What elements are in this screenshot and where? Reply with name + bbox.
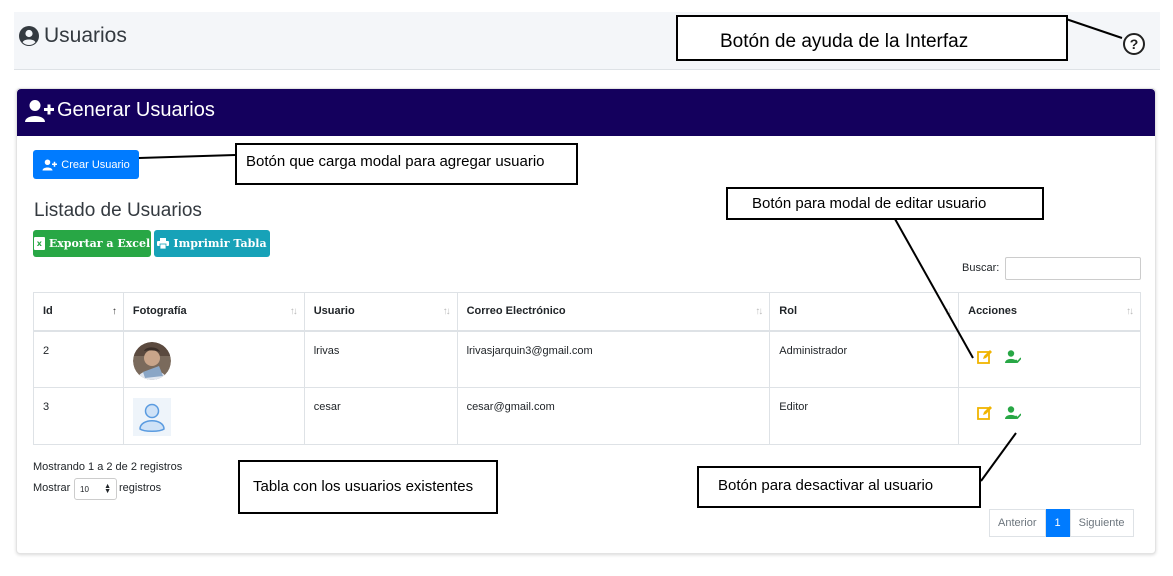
user-photo-avatar (132, 341, 171, 380)
printer-icon (157, 238, 170, 249)
sort-icon: ↑↓ (944, 306, 952, 317)
users-table: Id ↑ Fotografía ↑↓ Usuario ↑↓ Correo Electr… (33, 292, 1141, 445)
sort-icon: ↑↓ (755, 306, 763, 317)
cell-actions (958, 387, 1141, 445)
annotation-table: Tabla con los usuarios existentes (238, 460, 498, 514)
annotation-deactivate: Botón para desactivar al usuario (697, 466, 981, 508)
default-user-avatar (132, 398, 171, 436)
card-title: Generar Usuarios (57, 99, 215, 121)
user-plus-icon (42, 159, 58, 170)
annotation-help: Botón de ayuda de la Interfaz (676, 15, 1068, 61)
table-header-row: Id ↑ Fotografía ↑↓ Usuario ↑↓ Correo Electr… (33, 292, 1141, 331)
page-length-value: 10 (80, 485, 89, 494)
cell-id: 3 (33, 387, 124, 445)
file-excel-icon: x (33, 237, 45, 250)
cell-role: Editor (769, 387, 960, 445)
page-title: Usuarios (44, 24, 127, 47)
column-header-user[interactable]: Usuario ↑↓ (303, 292, 458, 331)
pagination: Anterior 1 Siguiente (989, 509, 1134, 537)
cell-photo (122, 387, 305, 445)
next-page-button[interactable]: Siguiente (1069, 509, 1134, 537)
search-input[interactable] (1005, 257, 1141, 280)
print-table-label: Imprimir Tabla (173, 237, 267, 250)
cell-user: lrivas (303, 330, 458, 388)
user-circle-icon (19, 26, 39, 46)
deactivate-user-button[interactable] (1005, 405, 1022, 421)
edit-user-button[interactable] (977, 349, 993, 365)
export-excel-button[interactable]: x Exportar a Excel (33, 230, 151, 257)
edit-user-button[interactable] (977, 405, 993, 421)
user-plus-icon (25, 100, 54, 122)
sort-icon: ↑↓ (1126, 306, 1134, 317)
sort-icon: ↑↓ (442, 306, 451, 317)
cell-actions (958, 330, 1141, 388)
export-excel-label: Exportar a Excel (48, 237, 151, 250)
cell-email: lrivasjarquin3@gmail.com (456, 330, 771, 388)
users-card: Generar Usuarios Crear Usuario Listado d… (16, 88, 1156, 554)
column-header-photo[interactable]: Fotografía ↑↓ (122, 292, 305, 331)
show-label: Mostrar (33, 482, 71, 494)
cell-email: cesar@gmail.com (456, 387, 771, 445)
annotation-edit: Botón para modal de editar usuario (726, 187, 1044, 220)
list-title: Listado de Usuarios (34, 200, 202, 221)
create-user-label: Crear Usuario (61, 158, 130, 171)
cell-user: cesar (303, 387, 458, 445)
cell-role: Administrador (769, 330, 960, 388)
annotation-create: Botón que carga modal para agregar usuar… (235, 143, 578, 185)
question-circle-icon: ? (1129, 36, 1139, 52)
records-label: registros (119, 482, 162, 494)
table-row: 2 lrivas lrivasjarquin3@gmail.com Admini… (33, 330, 1141, 388)
column-header-id[interactable]: Id ↑ (33, 292, 124, 331)
sort-asc-icon: ↑ (111, 306, 117, 317)
cell-id: 2 (33, 330, 124, 388)
column-header-actions[interactable]: Acciones ↑↓ (958, 292, 1141, 331)
table-row: 3 cesar cesar@gmail.com Editor (33, 387, 1141, 445)
page-length-select[interactable]: 10 ▲ ▼ (74, 478, 117, 500)
table-info: Mostrando 1 a 2 de 2 registros (33, 461, 183, 473)
column-header-email[interactable]: Correo Electrónico ↑↓ (456, 292, 771, 331)
page-1-button[interactable]: 1 (1045, 509, 1070, 537)
column-header-role[interactable]: Rol ↑↓ (769, 292, 960, 331)
page: Usuarios ? Generar Usuarios Crear Usuari… (0, 0, 1173, 576)
select-caret-icon: ▲ ▼ (104, 483, 111, 495)
deactivate-user-button[interactable] (1005, 349, 1022, 365)
print-table-button[interactable]: Imprimir Tabla (154, 230, 270, 257)
card-header: Generar Usuarios (17, 89, 1155, 136)
cell-photo (122, 330, 305, 388)
sort-icon: ↑↓ (289, 306, 298, 317)
search-label: Buscar: (962, 262, 1000, 274)
create-user-button[interactable]: Crear Usuario (33, 150, 139, 179)
help-button[interactable]: ? (1123, 33, 1145, 55)
prev-page-button[interactable]: Anterior (989, 509, 1046, 537)
